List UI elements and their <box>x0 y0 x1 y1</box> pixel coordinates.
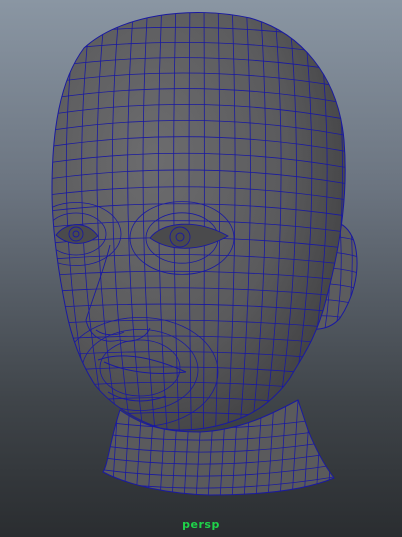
mesh-edge <box>327 400 334 495</box>
perspective-viewport[interactable]: persp <box>0 0 402 537</box>
head-mesh-canvas[interactable] <box>0 0 402 537</box>
camera-name-label: persp <box>182 518 220 531</box>
head-mesh <box>51 11 346 431</box>
mesh-edge <box>103 400 107 495</box>
